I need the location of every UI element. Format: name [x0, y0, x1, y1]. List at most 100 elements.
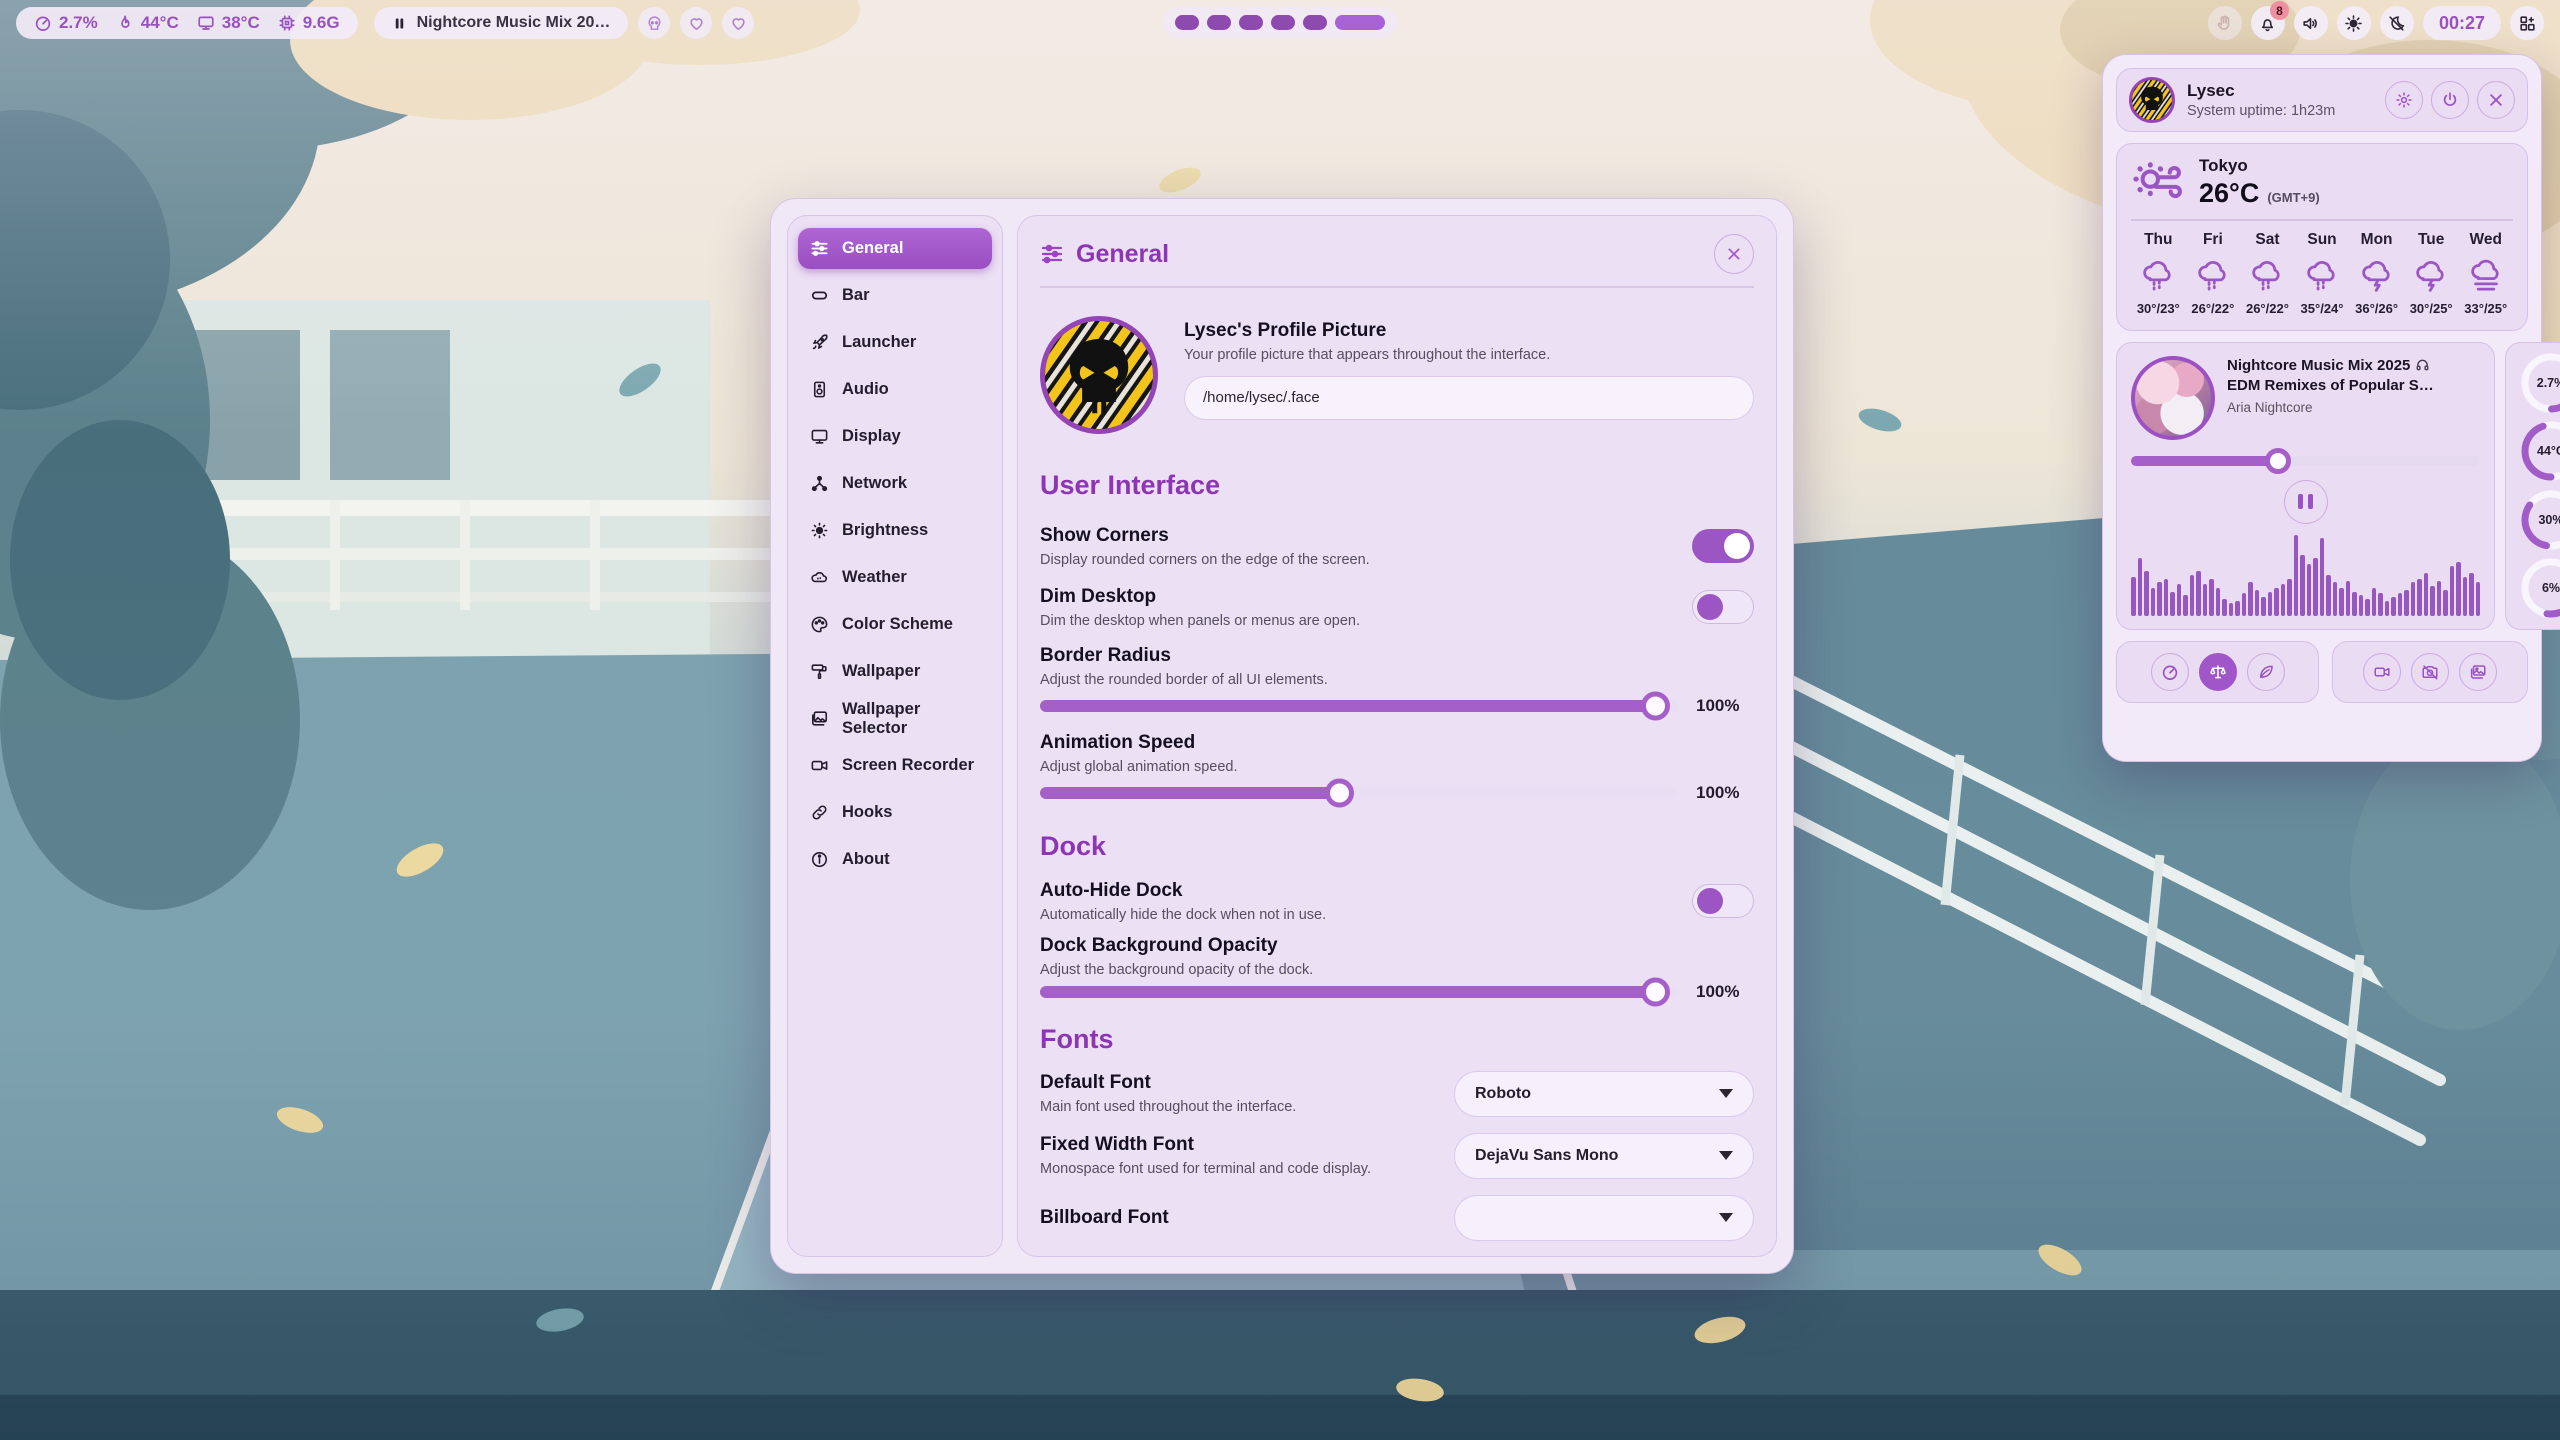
dock-opacity-slider[interactable] — [1040, 986, 1678, 998]
sidebar-item-hooks[interactable]: Hooks — [798, 792, 992, 833]
top-bar-right: 8 00:27 — [2208, 6, 2544, 40]
favorite-button[interactable] — [680, 7, 712, 39]
visualizer-bar — [2287, 579, 2292, 616]
media-player-pill[interactable]: Nightcore Music Mix 20… — [374, 7, 629, 39]
sidebar-item-audio[interactable]: Audio — [798, 369, 992, 410]
setting-description: Monospace font used for terminal and cod… — [1040, 1161, 1371, 1177]
dim-desktop-toggle[interactable] — [1692, 590, 1754, 624]
images-icon — [810, 709, 829, 728]
sidebar-item-network[interactable]: Network — [798, 463, 992, 504]
visualizer-bar — [2138, 558, 2143, 615]
video-camera-icon — [810, 756, 829, 775]
workspace-indicator[interactable] — [1163, 7, 1397, 38]
fixed-font-dropdown[interactable]: DejaVu Sans Mono — [1454, 1133, 1754, 1179]
pause-button[interactable] — [2284, 480, 2328, 524]
power-saver-profile-button[interactable] — [2247, 653, 2285, 691]
visualizer-bar — [2255, 590, 2260, 616]
forecast-day: Wed 33°/25° — [2458, 231, 2513, 316]
sidebar-item-about[interactable]: About — [798, 839, 992, 880]
close-icon — [1726, 246, 1742, 262]
screen-record-button[interactable] — [2363, 653, 2401, 691]
visualizer-bar — [2469, 573, 2474, 615]
sidebar-item-general[interactable]: General — [798, 228, 992, 269]
slider-thumb[interactable] — [2265, 448, 2291, 474]
wallpaper-gallery-button[interactable] — [2459, 653, 2497, 691]
slider-thumb[interactable] — [1325, 778, 1354, 807]
tray-app-button[interactable] — [2208, 6, 2242, 40]
sidebar-item-label: Display — [842, 427, 901, 446]
night-light-button[interactable] — [2380, 6, 2414, 40]
slider-thumb[interactable] — [1641, 977, 1670, 1006]
chip-icon — [278, 14, 296, 32]
setting-description: Adjust global animation speed. — [1040, 759, 1754, 775]
sidebar-item-display[interactable]: Display — [798, 416, 992, 457]
show-corners-toggle[interactable] — [1692, 529, 1754, 563]
media-texts: Nightcore Music Mix 2025 EDM Remixes of … — [2227, 356, 2434, 416]
workspace-dot[interactable] — [1239, 15, 1263, 30]
workspace-active-pill[interactable] — [1335, 15, 1385, 30]
sidebar-item-weather[interactable]: Weather — [798, 557, 992, 598]
setting-dock-opacity: Dock Background Opacity Adjust the backg… — [1040, 935, 1754, 1002]
workspace-dot[interactable] — [1175, 15, 1199, 30]
gpu-temp-stat-value: 38°C — [222, 13, 260, 33]
visualizer-bar — [2385, 601, 2390, 616]
gauge-value: 44°C — [2519, 419, 2560, 483]
power-button[interactable] — [2431, 81, 2469, 119]
cloud-fog-icon — [2467, 259, 2505, 293]
media-progress-slider[interactable] — [2131, 456, 2480, 466]
sidebar-item-bar[interactable]: Bar — [798, 275, 992, 316]
media-title-line1: Nightcore Music Mix 2025 — [2227, 357, 2410, 374]
visualizer-bar — [2417, 579, 2422, 616]
sidebar-item-color-scheme[interactable]: Color Scheme — [798, 604, 992, 645]
workspace-dot[interactable] — [1303, 15, 1327, 30]
workspace-dot[interactable] — [1207, 15, 1231, 30]
sidebar-item-launcher[interactable]: Launcher — [798, 322, 992, 363]
cpu-gauge: 2.7% — [2519, 351, 2560, 415]
skull-button[interactable] — [638, 7, 670, 39]
dashboard-button[interactable] — [2510, 6, 2544, 40]
slider-value: 100% — [1696, 982, 1754, 1002]
profile-avatar[interactable] — [1040, 316, 1158, 434]
ram-gauge: 30% — [2519, 488, 2560, 552]
visualizer-bar — [2450, 566, 2455, 616]
animation-speed-slider[interactable] — [1040, 787, 1678, 799]
setting-label: Auto-Hide Dock — [1040, 880, 1326, 902]
sidebar-item-wallpaper-selector[interactable]: Wallpaper Selector — [798, 698, 992, 739]
slider-fill — [2131, 456, 2278, 466]
border-radius-slider[interactable] — [1040, 700, 1678, 712]
sidebar-item-screen-recorder[interactable]: Screen Recorder — [798, 745, 992, 786]
heart-icon — [730, 15, 747, 32]
slider-thumb[interactable] — [1641, 691, 1670, 720]
balanced-profile-button[interactable] — [2199, 653, 2237, 691]
workspace-dot[interactable] — [1271, 15, 1295, 30]
clock[interactable]: 00:27 — [2423, 6, 2501, 40]
screenshot-button[interactable] — [2411, 653, 2449, 691]
temp-stat: 44°C — [116, 13, 179, 33]
volume-button[interactable] — [2294, 6, 2328, 40]
header-divider — [1040, 286, 1754, 288]
auto-hide-dock-toggle[interactable] — [1692, 884, 1754, 918]
setting-label: Dock Background Opacity — [1040, 935, 1754, 957]
profile-path-input[interactable] — [1184, 376, 1754, 420]
close-panel-button[interactable] — [2477, 81, 2515, 119]
sun-icon — [810, 521, 829, 540]
sidebar-item-label: About — [842, 850, 890, 869]
profile-description: Your profile picture that appears throug… — [1184, 347, 1754, 363]
sidebar-item-label: Audio — [842, 380, 889, 399]
system-stats-pill[interactable]: 2.7% 44°C 38°C 9.6G — [16, 7, 358, 39]
brightness-button[interactable] — [2337, 6, 2371, 40]
default-font-dropdown[interactable]: Roboto — [1454, 1071, 1754, 1117]
visualizer-bar — [2209, 579, 2214, 616]
notifications-button[interactable]: 8 — [2251, 6, 2285, 40]
skull-avatar-art — [2132, 80, 2172, 120]
visualizer-bar — [2177, 584, 2182, 615]
sidebar-item-wallpaper[interactable]: Wallpaper — [798, 651, 992, 692]
performance-profile-button[interactable] — [2151, 653, 2189, 691]
like-button[interactable] — [722, 7, 754, 39]
sidebar-item-brightness[interactable]: Brightness — [798, 510, 992, 551]
setting-texts: Default Font Main font used throughout t… — [1040, 1072, 1296, 1115]
close-window-button[interactable] — [1714, 234, 1754, 274]
billboard-font-dropdown[interactable] — [1454, 1195, 1754, 1241]
slider-value: 100% — [1696, 696, 1754, 716]
settings-button[interactable] — [2385, 81, 2423, 119]
